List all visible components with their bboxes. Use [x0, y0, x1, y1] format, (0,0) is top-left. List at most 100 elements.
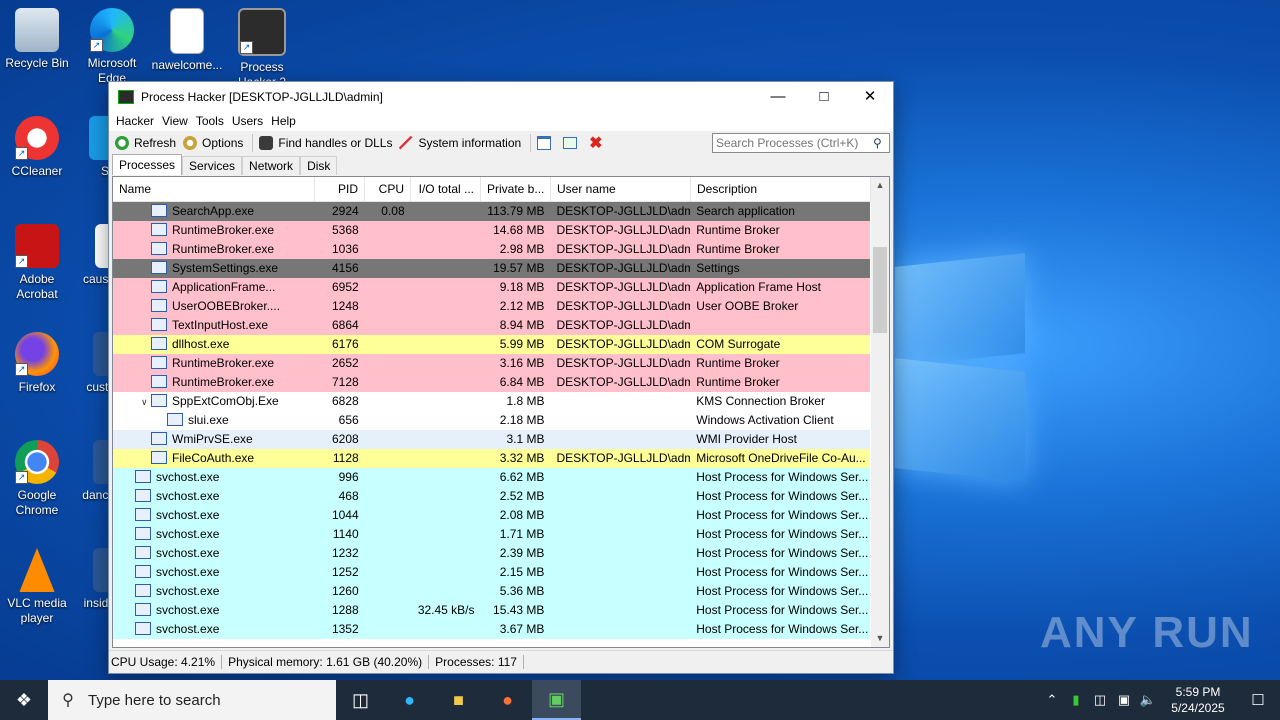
scroll-thumb[interactable]	[873, 247, 887, 333]
process-row[interactable]: RuntimeBroker.exe 2652 3.16 MB DESKTOP-JGLL…	[113, 354, 870, 373]
process-row[interactable]: ApplicationFrame... 6952 9.18 MB DESKTOP-JG…	[113, 278, 870, 297]
terminate-button[interactable]: ✖	[587, 132, 607, 154]
clock[interactable]: 5:59 PM 5/24/2025	[1160, 684, 1236, 716]
tab-disk[interactable]: Disk	[300, 156, 338, 175]
find-handles-button[interactable]: Find handles or DLLs	[257, 132, 397, 154]
minimize-button[interactable]: —	[755, 82, 801, 111]
edge-icon: ●	[404, 689, 415, 710]
cell-pid: 1140	[332, 527, 359, 541]
process-row[interactable]: svchost.exe 1352 3.67 MB Host Process for W…	[113, 620, 870, 639]
taskbar-edge[interactable]: ●	[385, 680, 434, 720]
close-button[interactable]: ✕	[847, 82, 893, 111]
cell-cpu	[365, 259, 411, 278]
column-header-io-total[interactable]: I/O total ...	[411, 177, 481, 201]
system-information-button[interactable]: System information	[397, 132, 526, 154]
scroll-down-arrow[interactable]: ▼	[871, 630, 889, 647]
menu-view[interactable]: View	[161, 114, 195, 128]
process-rows: SearchApp.exe 2924 0.08 113.79 MB DESKTOP-JG…	[113, 202, 870, 639]
column-header-name[interactable]: Name	[113, 177, 315, 201]
cell-name: ∨ SppExtComObj.Exe	[113, 392, 315, 411]
refresh-button[interactable]: Refresh	[113, 132, 181, 154]
tab-services[interactable]: Services	[182, 156, 243, 175]
process-row[interactable]: RuntimeBroker.exe 7128 6.84 MB DESKTOP-JGLL…	[113, 373, 870, 392]
process-row[interactable]: svchost.exe 1288 32.45 kB/s 15.43 MB Host Pr…	[113, 601, 870, 620]
tab-network[interactable]: Network	[242, 156, 301, 175]
cell-pid: 1044	[331, 508, 359, 522]
process-row[interactable]: svchost.exe 1260 5.36 MB Host Process for W…	[113, 582, 870, 601]
cell-io	[411, 506, 481, 525]
desktop-icon-ccleaner[interactable]: ↗ CCleaner	[0, 116, 74, 179]
desktop-icon-adobe-acrobat[interactable]: ↗ Adobe Acrobat	[0, 224, 74, 302]
notification-icon[interactable]: ☐	[1236, 691, 1280, 709]
process-row[interactable]: svchost.exe 1140 1.71 MB Host Process for W…	[113, 525, 870, 544]
process-row[interactable]: ∨ SppExtComObj.Exe 6828 1.8 MB KMS Connectio…	[113, 392, 870, 411]
process-hacker-tray-icon[interactable]: ▮	[1064, 692, 1088, 708]
cell-priv: 2.12 MB	[499, 299, 545, 313]
vertical-scrollbar[interactable]: ▲ ▼	[871, 177, 889, 647]
process-row[interactable]: RuntimeBroker.exe 1036 2.98 MB DESKTOP-JGLL…	[113, 240, 870, 259]
search-processes-input[interactable]	[713, 135, 873, 151]
process-row[interactable]: svchost.exe 1232 2.39 MB Host Process for W…	[113, 544, 870, 563]
find-window-button[interactable]	[561, 132, 587, 154]
desktop-icon-firefox[interactable]: ↗ Firefox	[0, 332, 74, 395]
network-icon[interactable]: ▣	[1112, 692, 1136, 708]
process-row[interactable]: FileCoAuth.exe 1128 3.32 MB DESKTOP-JGLLJLD…	[113, 449, 870, 468]
image-file-icon	[170, 8, 204, 54]
column-header-pid[interactable]: PID	[315, 177, 365, 201]
maximize-button[interactable]: □	[801, 82, 847, 111]
column-header-user-name[interactable]: User name	[551, 177, 691, 201]
process-row[interactable]: UserOOBEBroker.... 1248 2.12 MB DESKTOP-JGL…	[113, 297, 870, 316]
process-row[interactable]: WmiPrvSE.exe 6208 3.1 MB WMI Provider Host	[113, 430, 870, 449]
column-header-cpu[interactable]: CPU	[365, 177, 411, 201]
start-button[interactable]: ❖	[0, 680, 48, 720]
taskbar-process-hacker[interactable]: ▣	[532, 680, 581, 720]
taskbar-search[interactable]: ⚲ Type here to search	[48, 680, 336, 720]
chevron-down-icon[interactable]: ∨	[141, 393, 151, 411]
options-button[interactable]: Options	[181, 132, 248, 154]
cell-user: DESKTOP-JGLLJLD\admi	[556, 204, 691, 218]
tab-processes[interactable]: Processes	[112, 154, 183, 175]
desktop-icon-process-hacker[interactable]: ↗ Process Hacker 2	[225, 8, 299, 90]
column-header-description[interactable]: Description	[691, 177, 871, 201]
process-name: ApplicationFrame...	[172, 280, 276, 294]
taskbar-firefox[interactable]: ●	[483, 680, 532, 720]
menu-help[interactable]: Help	[270, 114, 303, 128]
process-row[interactable]: dllhost.exe 6176 5.99 MB DESKTOP-JGLLJLD\ad…	[113, 335, 870, 354]
scroll-up-arrow[interactable]: ▲	[871, 177, 889, 194]
process-row[interactable]: SystemSettings.exe 4156 19.57 MB DESKTOP-JG…	[113, 259, 870, 278]
cell-pid: 6864	[331, 318, 359, 332]
process-name: svchost.exe	[156, 508, 220, 522]
window-button[interactable]	[535, 132, 561, 154]
process-row[interactable]: slui.exe 656 2.18 MB Windows Activation Cli…	[113, 411, 870, 430]
desktop-icon-nawelcome[interactable]: nawelcome...	[150, 8, 224, 73]
process-row[interactable]: RuntimeBroker.exe 5368 14.68 MB DESKTOP-JGL…	[113, 221, 870, 240]
title-bar[interactable]: Process Hacker [DESKTOP-JGLLJLD\admin] —…	[109, 82, 893, 111]
chevron-up-icon[interactable]: ⌃	[1040, 692, 1064, 708]
desktop-icon-edge[interactable]: ↗ Microsoft Edge	[75, 8, 149, 86]
process-row[interactable]: svchost.exe 468 2.52 MB Host Process for Wi…	[113, 487, 870, 506]
process-row[interactable]: SearchApp.exe 2924 0.08 113.79 MB DESKTOP-JG…	[113, 202, 870, 221]
task-view-button[interactable]: ◫	[336, 680, 385, 720]
menu-users[interactable]: Users	[231, 114, 270, 128]
menu-hacker[interactable]: Hacker	[115, 114, 161, 128]
device-icon[interactable]: ◫	[1088, 692, 1112, 708]
cell-user: DESKTOP-JGLLJLD\admi	[556, 299, 691, 313]
process-row[interactable]: TextInputHost.exe 6864 8.94 MB DESKTOP-JGLL…	[113, 316, 870, 335]
cell-priv: 2.08 MB	[499, 508, 545, 522]
desktop-icon-chrome[interactable]: ↗ Google Chrome	[0, 440, 74, 518]
volume-icon[interactable]: 🔈	[1136, 692, 1160, 708]
cell-priv: 19.57 MB	[493, 261, 545, 275]
cell-io	[411, 487, 481, 506]
process-row[interactable]: svchost.exe 1044 2.08 MB Host Process for W…	[113, 506, 870, 525]
process-name: RuntimeBroker.exe	[172, 242, 275, 256]
process-list[interactable]: Name PID CPU I/O total ... Private b... …	[112, 176, 890, 648]
search-processes-box[interactable]: ⚲	[712, 133, 890, 153]
search-icon[interactable]: ⚲	[873, 136, 889, 150]
column-header-private-bytes[interactable]: Private b...	[481, 177, 551, 201]
process-row[interactable]: svchost.exe 1252 2.15 MB Host Process for W…	[113, 563, 870, 582]
process-row[interactable]: svchost.exe 996 6.62 MB Host Process for Wi…	[113, 468, 870, 487]
taskbar-file-explorer[interactable]: ■	[434, 680, 483, 720]
desktop-icon-recycle-bin[interactable]: Recycle Bin	[0, 8, 74, 71]
menu-tools[interactable]: Tools	[195, 114, 231, 128]
desktop-icon-vlc[interactable]: VLC media player	[0, 548, 74, 626]
